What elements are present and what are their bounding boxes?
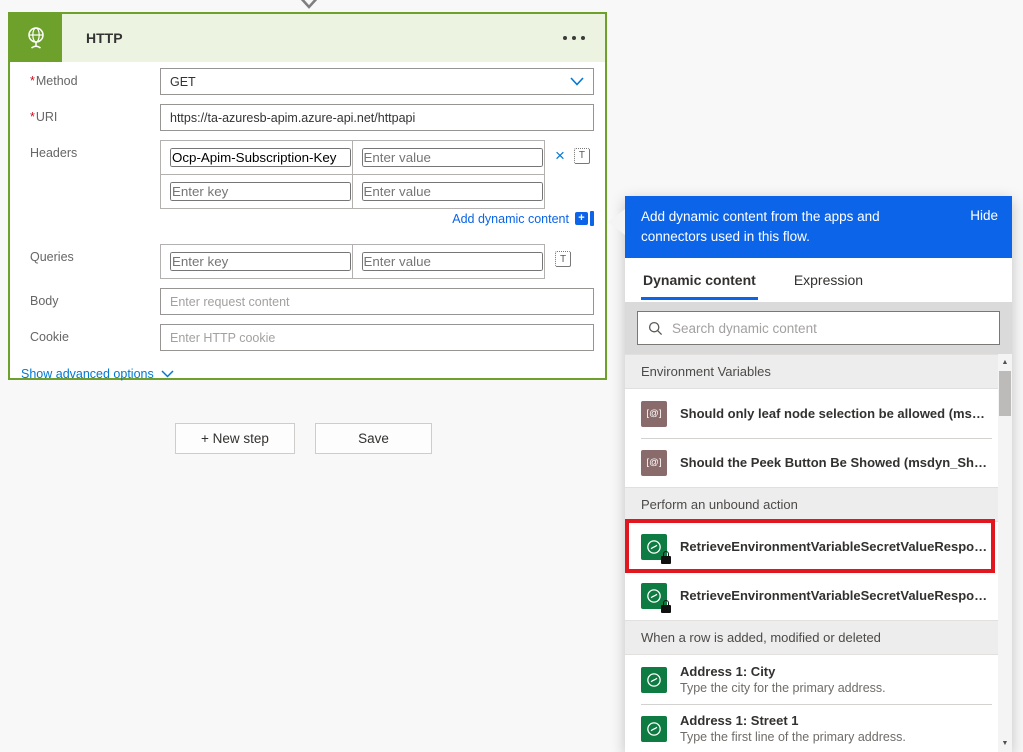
list-item[interactable]: [@] Should only leaf node selection be a… bbox=[625, 389, 998, 438]
scrollbar[interactable]: ▲ ▼ bbox=[998, 354, 1012, 752]
dataverse-action-icon bbox=[641, 533, 671, 564]
item-label: Should the Peek Button Be Showed (msdyn_… bbox=[680, 455, 990, 470]
cookie-label: Cookie bbox=[30, 330, 69, 344]
body-input[interactable] bbox=[170, 294, 584, 309]
search-icon bbox=[648, 321, 663, 335]
queries-text-mode-icon[interactable]: T bbox=[555, 251, 571, 267]
http-connector-icon bbox=[10, 14, 62, 62]
tab-expression[interactable]: Expression bbox=[792, 258, 865, 302]
dataverse-action-icon bbox=[641, 582, 671, 613]
uri-input[interactable] bbox=[170, 110, 584, 125]
method-dropdown[interactable]: GET bbox=[160, 68, 594, 95]
delete-header-row-icon[interactable]: × bbox=[555, 147, 565, 164]
list-item[interactable]: [@] Should the Peek Button Be Showed (ms… bbox=[625, 438, 998, 487]
chevron-down-icon bbox=[570, 77, 584, 86]
queries-grid bbox=[160, 244, 545, 279]
card-title: HTTP bbox=[86, 30, 123, 46]
list-item[interactable]: Address 1: City Type the city for the pr… bbox=[625, 655, 998, 704]
tab-dynamic-content[interactable]: Dynamic content bbox=[641, 258, 758, 302]
save-button[interactable]: Save bbox=[315, 423, 432, 454]
callout-beak bbox=[608, 209, 625, 235]
method-label: *Method bbox=[30, 74, 78, 88]
lock-icon bbox=[661, 550, 671, 564]
query-value-input[interactable] bbox=[361, 252, 543, 271]
add-dynamic-content-link[interactable]: Add dynamic content bbox=[452, 212, 569, 226]
http-action-card: HTTP *Method GET *URI https://ta-azuresb… bbox=[8, 12, 607, 381]
environment-variable-icon: [@] bbox=[641, 400, 667, 427]
scroll-up-arrow-icon[interactable]: ▲ bbox=[998, 355, 1012, 370]
item-label: Address 1: Street 1 bbox=[680, 713, 799, 728]
search-input[interactable] bbox=[672, 320, 989, 336]
section-header-unbound-action: Perform an unbound action bbox=[625, 487, 998, 522]
more-options-button[interactable] bbox=[561, 30, 587, 46]
section-header-environment-variables: Environment Variables bbox=[625, 354, 998, 389]
panel-tabs: Dynamic content Expression bbox=[625, 258, 1012, 302]
search-box bbox=[637, 311, 1000, 345]
plus-icon: + bbox=[575, 212, 588, 225]
queries-label: Queries bbox=[30, 250, 74, 264]
dynamic-content-panel: Add dynamic content from the apps and co… bbox=[608, 196, 1012, 752]
dataverse-field-icon bbox=[641, 666, 667, 693]
scroll-down-arrow-icon[interactable]: ▼ bbox=[998, 736, 1012, 751]
cookie-input[interactable] bbox=[170, 330, 584, 345]
flow-connector-arrow bbox=[296, 0, 322, 10]
dataverse-field-icon bbox=[641, 715, 667, 742]
cursor-bar-icon bbox=[590, 211, 594, 226]
new-step-button[interactable]: + New step bbox=[175, 423, 295, 454]
required-marker: * bbox=[30, 74, 35, 88]
item-description: Type the city for the primary address. bbox=[680, 681, 886, 695]
add-dynamic-content-icon[interactable]: + bbox=[575, 211, 594, 226]
headers-text-mode-icon[interactable]: T bbox=[573, 147, 590, 164]
panel-header-text: Add dynamic content from the apps and co… bbox=[641, 209, 880, 244]
item-label: Should only leaf node selection be allow… bbox=[680, 406, 990, 421]
item-description: Type the first line of the primary addre… bbox=[680, 730, 906, 744]
panel-header: Add dynamic content from the apps and co… bbox=[625, 196, 1012, 258]
search-strip bbox=[625, 302, 1012, 354]
http-card-header[interactable]: HTTP bbox=[10, 14, 605, 62]
method-value: GET bbox=[170, 74, 196, 89]
list-item[interactable]: Address 1: Street 1 Type the first line … bbox=[625, 704, 998, 752]
list-item[interactable]: RetrieveEnvironmentVariableSecretValueRe… bbox=[625, 571, 998, 620]
body-label: Body bbox=[30, 294, 59, 308]
hide-button[interactable]: Hide bbox=[970, 207, 998, 223]
item-label: Address 1: City bbox=[680, 664, 776, 679]
uri-label: *URI bbox=[30, 110, 58, 124]
item-label: RetrieveEnvironmentVariableSecretValueRe… bbox=[680, 588, 990, 603]
chevron-down-icon bbox=[161, 370, 174, 378]
show-advanced-options-link[interactable]: Show advanced options bbox=[21, 367, 594, 381]
item-label: RetrieveEnvironmentVariableSecretValueRe… bbox=[680, 539, 990, 554]
dynamic-content-list: Environment Variables [@] Should only le… bbox=[625, 354, 1012, 752]
environment-variable-icon: [@] bbox=[641, 449, 667, 476]
section-header-row-trigger: When a row is added, modified or deleted bbox=[625, 620, 998, 655]
headers-label: Headers bbox=[30, 146, 78, 160]
scrollbar-thumb[interactable] bbox=[999, 371, 1011, 416]
list-item-highlighted[interactable]: RetrieveEnvironmentVariableSecretValueRe… bbox=[625, 519, 998, 573]
header-key-input[interactable] bbox=[170, 182, 351, 201]
lock-icon bbox=[661, 599, 671, 613]
header-value-input[interactable] bbox=[361, 148, 543, 167]
query-key-input[interactable] bbox=[170, 252, 351, 271]
header-key-input[interactable] bbox=[170, 148, 351, 167]
headers-grid bbox=[160, 140, 545, 209]
header-value-input[interactable] bbox=[361, 182, 543, 201]
required-marker: * bbox=[30, 110, 35, 124]
card-body: *Method GET *URI https://ta-azuresb-apim… bbox=[10, 62, 605, 381]
